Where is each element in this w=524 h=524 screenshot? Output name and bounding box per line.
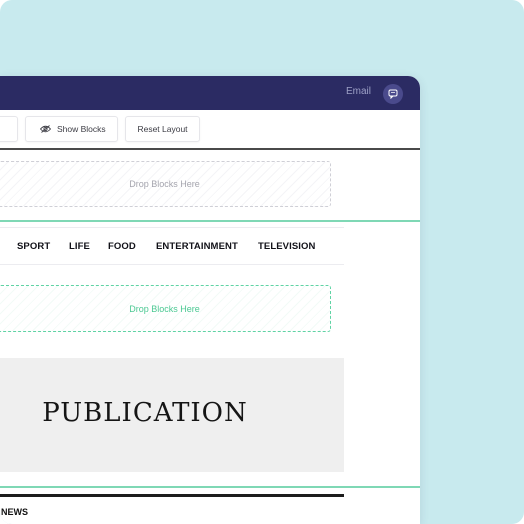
editor-window: Email Show Blocks Reset Layout Drop Bloc… <box>0 76 420 524</box>
masthead-rule <box>0 494 344 497</box>
section-divider <box>0 220 420 222</box>
section-label-news: NEWS <box>1 507 28 517</box>
top-bar: Email <box>0 76 420 110</box>
nav-item-food[interactable]: FOOD <box>108 241 136 252</box>
drop-zone-label: Drop Blocks Here <box>129 179 200 189</box>
publication-masthead[interactable]: PUBLICATION <box>0 358 344 472</box>
show-blocks-label: Show Blocks <box>57 124 106 134</box>
toolbar-button-partial[interactable] <box>0 116 18 142</box>
email-link[interactable]: Email <box>346 86 371 98</box>
section-divider <box>0 486 420 488</box>
nav-item-entertainment[interactable]: ENTERTAINMENT <box>156 241 238 252</box>
chat-bubble-icon <box>388 89 398 99</box>
nav-item-sport[interactable]: SPORT <box>17 241 50 252</box>
background-card: Email Show Blocks Reset Layout Drop Bloc… <box>0 0 524 524</box>
publication-title: PUBLICATION <box>42 398 248 428</box>
category-nav: SPORT LIFE FOOD ENTERTAINMENT TELEVISION <box>0 227 344 265</box>
drop-zone-top[interactable]: Drop Blocks Here <box>0 161 331 207</box>
reset-layout-button[interactable]: Reset Layout <box>125 116 200 142</box>
show-blocks-button[interactable]: Show Blocks <box>25 116 118 142</box>
chat-button[interactable] <box>383 84 403 104</box>
reset-layout-label: Reset Layout <box>137 124 188 134</box>
drop-zone-active-label: Drop Blocks Here <box>129 303 200 314</box>
nav-item-life[interactable]: LIFE <box>69 241 90 252</box>
drop-zone-active[interactable]: Drop Blocks Here <box>0 285 331 332</box>
editor-toolbar: Show Blocks Reset Layout <box>0 110 420 150</box>
nav-item-television[interactable]: TELEVISION <box>258 241 315 252</box>
eye-icon <box>40 125 51 133</box>
